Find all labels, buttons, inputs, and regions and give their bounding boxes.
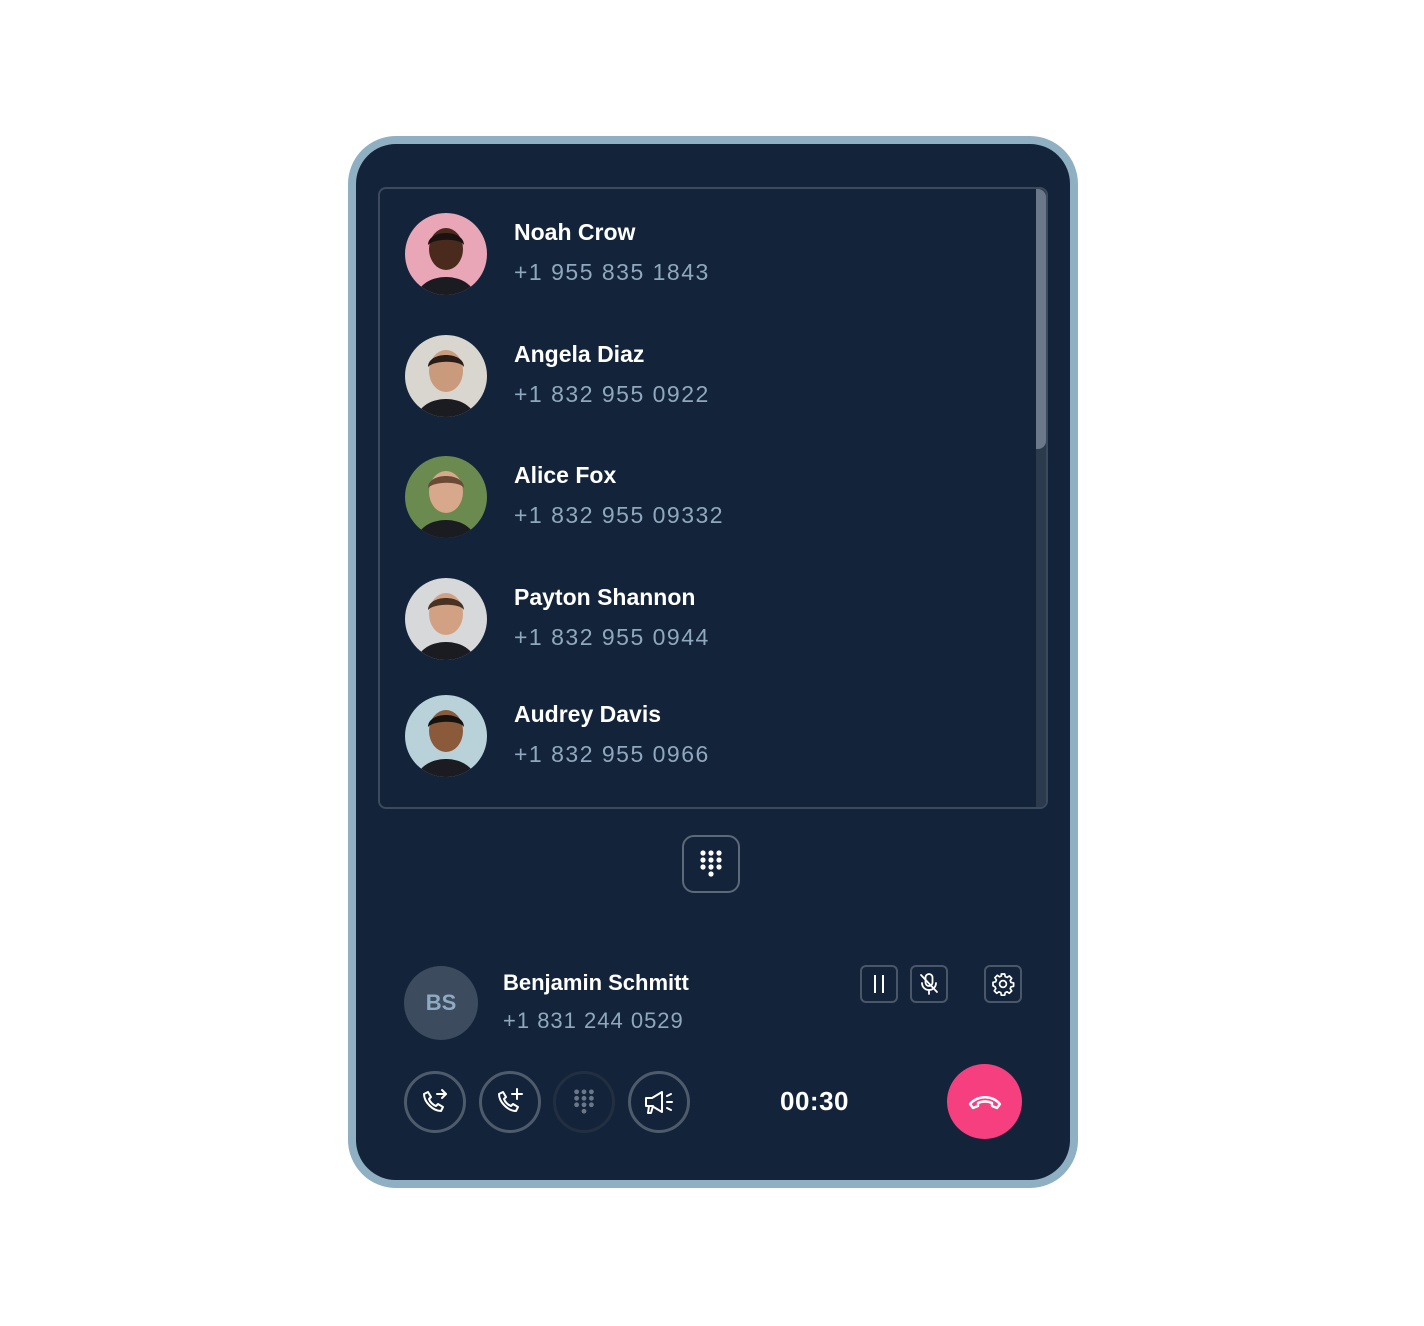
caller-initials: BS xyxy=(425,990,457,1015)
dialpad-icon xyxy=(574,1089,594,1114)
caller-avatar: BS xyxy=(404,966,478,1040)
contact-phone: +1 955 835 1843 xyxy=(514,259,710,285)
contact-name: Payton Shannon xyxy=(514,584,696,610)
dialpad-toggle-button[interactable] xyxy=(682,835,740,893)
mic-off-icon xyxy=(920,973,938,995)
contact-name: Audrey Davis xyxy=(514,701,662,727)
contact-avatar xyxy=(405,456,487,538)
settings-button[interactable] xyxy=(984,965,1022,1003)
phone-hangup-icon xyxy=(968,1095,1001,1109)
contact-avatar xyxy=(405,213,487,295)
contact-item[interactable]: Alice Fox +1 832 955 09332 xyxy=(405,456,1005,540)
contact-name: Noah Crow xyxy=(514,219,636,245)
end-call-button[interactable] xyxy=(947,1064,1022,1139)
contact-list: Noah Crow +1 955 835 1843 Angela Diaz +1 83… xyxy=(378,187,1048,809)
contact-name: Angela Diaz xyxy=(514,341,645,367)
hold-button[interactable] xyxy=(860,965,898,1003)
scrollbar-thumb[interactable] xyxy=(1036,189,1046,449)
caller-phone: +1 831 244 0529 xyxy=(503,1008,684,1033)
contact-phone: +1 832 955 0922 xyxy=(514,381,710,407)
caller-name: Benjamin Schmitt xyxy=(503,970,689,995)
speaker-button[interactable] xyxy=(628,1071,690,1133)
pause-icon xyxy=(874,975,884,993)
add-call-button[interactable] xyxy=(479,1071,541,1133)
contact-item[interactable]: Payton Shannon +1 832 955 0944 xyxy=(405,578,1005,662)
contact-phone: +1 832 955 09332 xyxy=(514,502,725,528)
keypad-button[interactable] xyxy=(553,1071,615,1133)
gear-icon xyxy=(992,973,1015,996)
contact-item[interactable]: Noah Crow +1 955 835 1843 xyxy=(405,213,1005,297)
contact-avatar xyxy=(405,335,487,417)
contact-avatar xyxy=(405,578,487,660)
phone-add-icon xyxy=(498,1088,523,1112)
contact-phone: +1 832 955 0966 xyxy=(514,741,710,767)
call-timer: 00:30 xyxy=(780,1086,849,1116)
transfer-call-button[interactable] xyxy=(404,1071,466,1133)
contact-name: Alice Fox xyxy=(514,462,617,488)
phone-forward-icon xyxy=(423,1089,447,1112)
mute-button[interactable] xyxy=(910,965,948,1003)
contact-item[interactable]: Audrey Davis +1 832 955 0966 xyxy=(405,695,1005,779)
contact-item[interactable]: Angela Diaz +1 832 955 0922 xyxy=(405,335,1005,419)
contact-phone: +1 832 955 0944 xyxy=(514,624,710,650)
phone-widget: Noah Crow +1 955 835 1843 Angela Diaz +1 83… xyxy=(348,136,1078,1188)
dialpad-icon xyxy=(700,850,722,877)
megaphone-icon xyxy=(645,1091,673,1114)
contact-avatar xyxy=(405,695,487,777)
